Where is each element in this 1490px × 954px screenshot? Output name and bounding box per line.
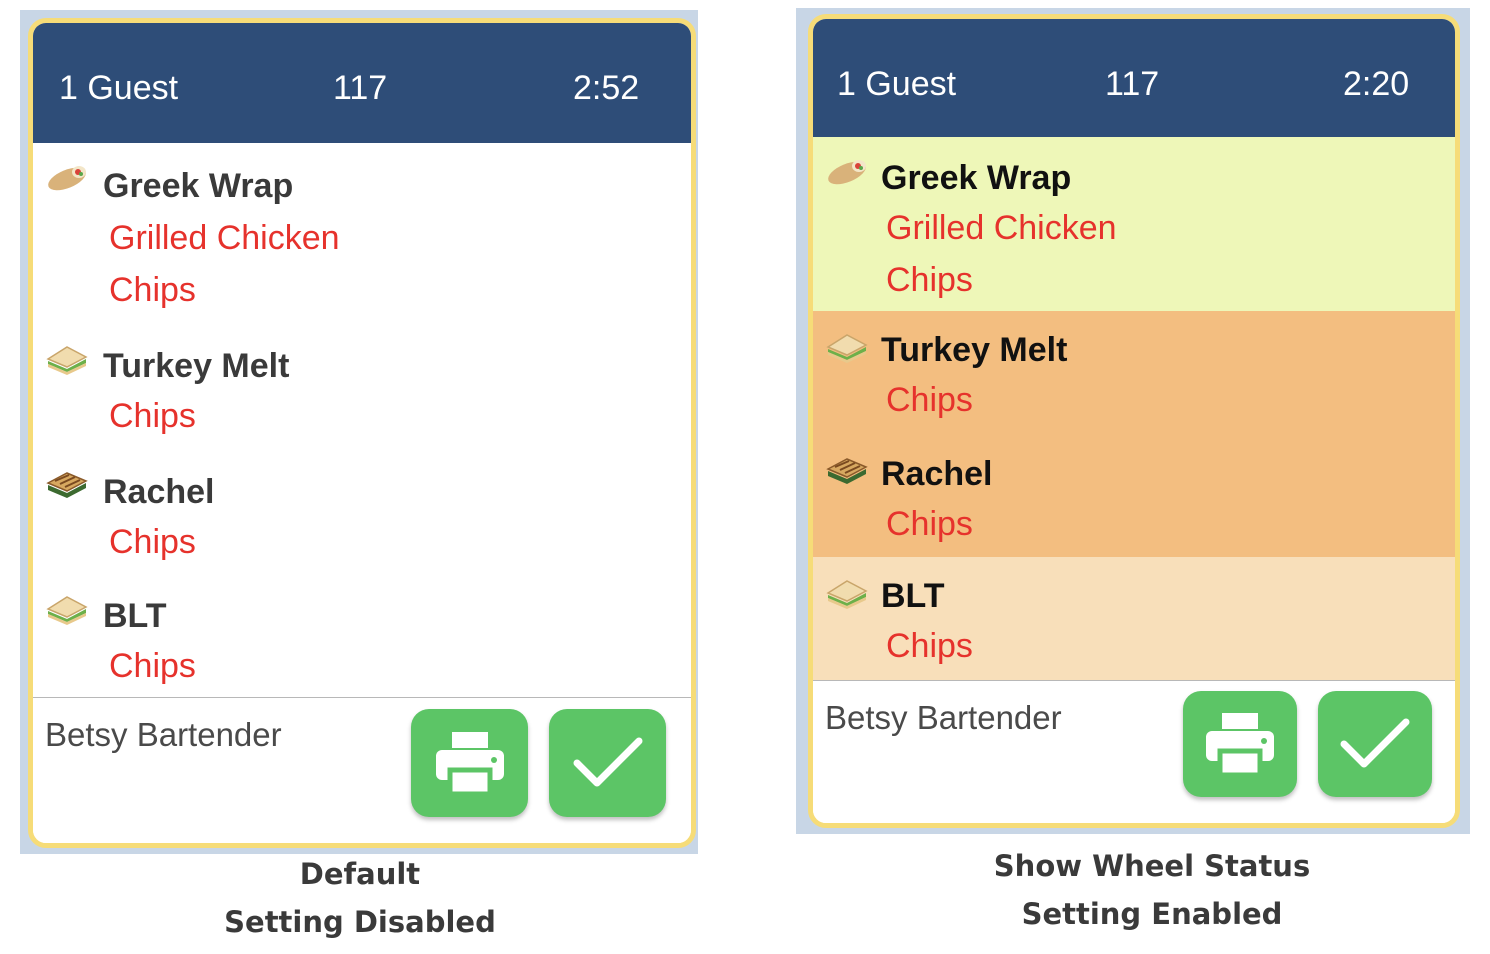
sandwich-icon [825, 329, 869, 363]
sandwich-icon [825, 575, 869, 609]
order-item-fired[interactable]: Greek Wrap Grilled Chicken Chips [813, 137, 1455, 311]
order-item[interactable]: BLT Chips [33, 583, 691, 693]
item-modifier: Chips [109, 397, 196, 435]
item-name: Greek Wrap [103, 167, 294, 205]
item-name: Greek Wrap [881, 159, 1072, 197]
table-number: 117 [333, 69, 388, 107]
order-item[interactable]: Greek Wrap Grilled Chicken Chips [33, 153, 691, 309]
item-name: Rachel [881, 455, 993, 493]
print-button[interactable] [411, 709, 528, 817]
server-name: Betsy Bartender [45, 716, 282, 753]
table-number: 117 [1105, 65, 1160, 103]
wrap-icon [825, 155, 869, 189]
item-modifier: Chips [886, 261, 973, 299]
guest-count: 1 Guest [837, 65, 957, 103]
sandwich-icon [45, 591, 89, 625]
item-name: Turkey Melt [881, 331, 1068, 369]
item-modifier: Chips [109, 647, 196, 685]
item-modifier: Chips [886, 505, 973, 543]
order-footer: Betsy Bartender [813, 680, 1455, 823]
item-modifier: Grilled Chicken [109, 219, 340, 257]
item-name: BLT [881, 577, 945, 615]
printer-icon [435, 732, 504, 796]
order-card-default[interactable]: 1 Guest 117 2:52 Greek Wrap Grilled Chic… [28, 18, 696, 848]
order-item[interactable]: Rachel Chips [33, 459, 691, 569]
item-modifier: Chips [886, 627, 973, 665]
item-name: BLT [103, 597, 167, 635]
item-name: Rachel [103, 473, 215, 511]
caption-title: Show Wheel Status [993, 849, 1311, 883]
caption-wheel-status: Show Wheel Status Setting Enabled [952, 842, 1352, 938]
panini-icon [825, 453, 869, 487]
caption-subtitle: Setting Disabled [224, 905, 496, 939]
caption-title: Default [299, 857, 421, 891]
order-header: 1 Guest 117 2:20 [813, 19, 1455, 137]
elapsed-time: 2:52 [573, 69, 640, 107]
item-modifier: Chips [109, 523, 196, 561]
caption-default: Default Setting Disabled [160, 850, 560, 946]
item-modifier: Chips [886, 381, 973, 419]
elapsed-time: 2:20 [1343, 65, 1410, 103]
printer-icon [1206, 713, 1274, 777]
wrap-icon [45, 161, 89, 195]
order-item-pending[interactable]: BLT Chips [813, 557, 1455, 681]
order-item[interactable]: Turkey Melt Chips [33, 333, 691, 443]
order-card-wheel-status[interactable]: 1 Guest 117 2:20 Greek Wrap Grilled Chic… [808, 14, 1460, 828]
sandwich-icon [45, 341, 89, 375]
item-modifier: Chips [109, 271, 196, 309]
done-button[interactable] [1318, 691, 1432, 797]
order-item-in-progress[interactable]: Turkey Melt Chips [813, 311, 1455, 435]
done-button[interactable] [549, 709, 666, 817]
panini-icon [45, 467, 89, 501]
item-modifier: Grilled Chicken [886, 209, 1117, 247]
order-header: 1 Guest 117 2:52 [33, 23, 691, 143]
order-footer: Betsy Bartender [33, 697, 691, 843]
guest-count: 1 Guest [59, 69, 179, 107]
checkmark-icon [573, 737, 642, 787]
item-name: Turkey Melt [103, 347, 290, 385]
caption-subtitle: Setting Enabled [1021, 897, 1283, 931]
server-name: Betsy Bartender [825, 699, 1062, 736]
print-button[interactable] [1183, 691, 1297, 797]
order-item-in-progress[interactable]: Rachel Chips [813, 435, 1455, 557]
checkmark-icon [1340, 718, 1410, 768]
